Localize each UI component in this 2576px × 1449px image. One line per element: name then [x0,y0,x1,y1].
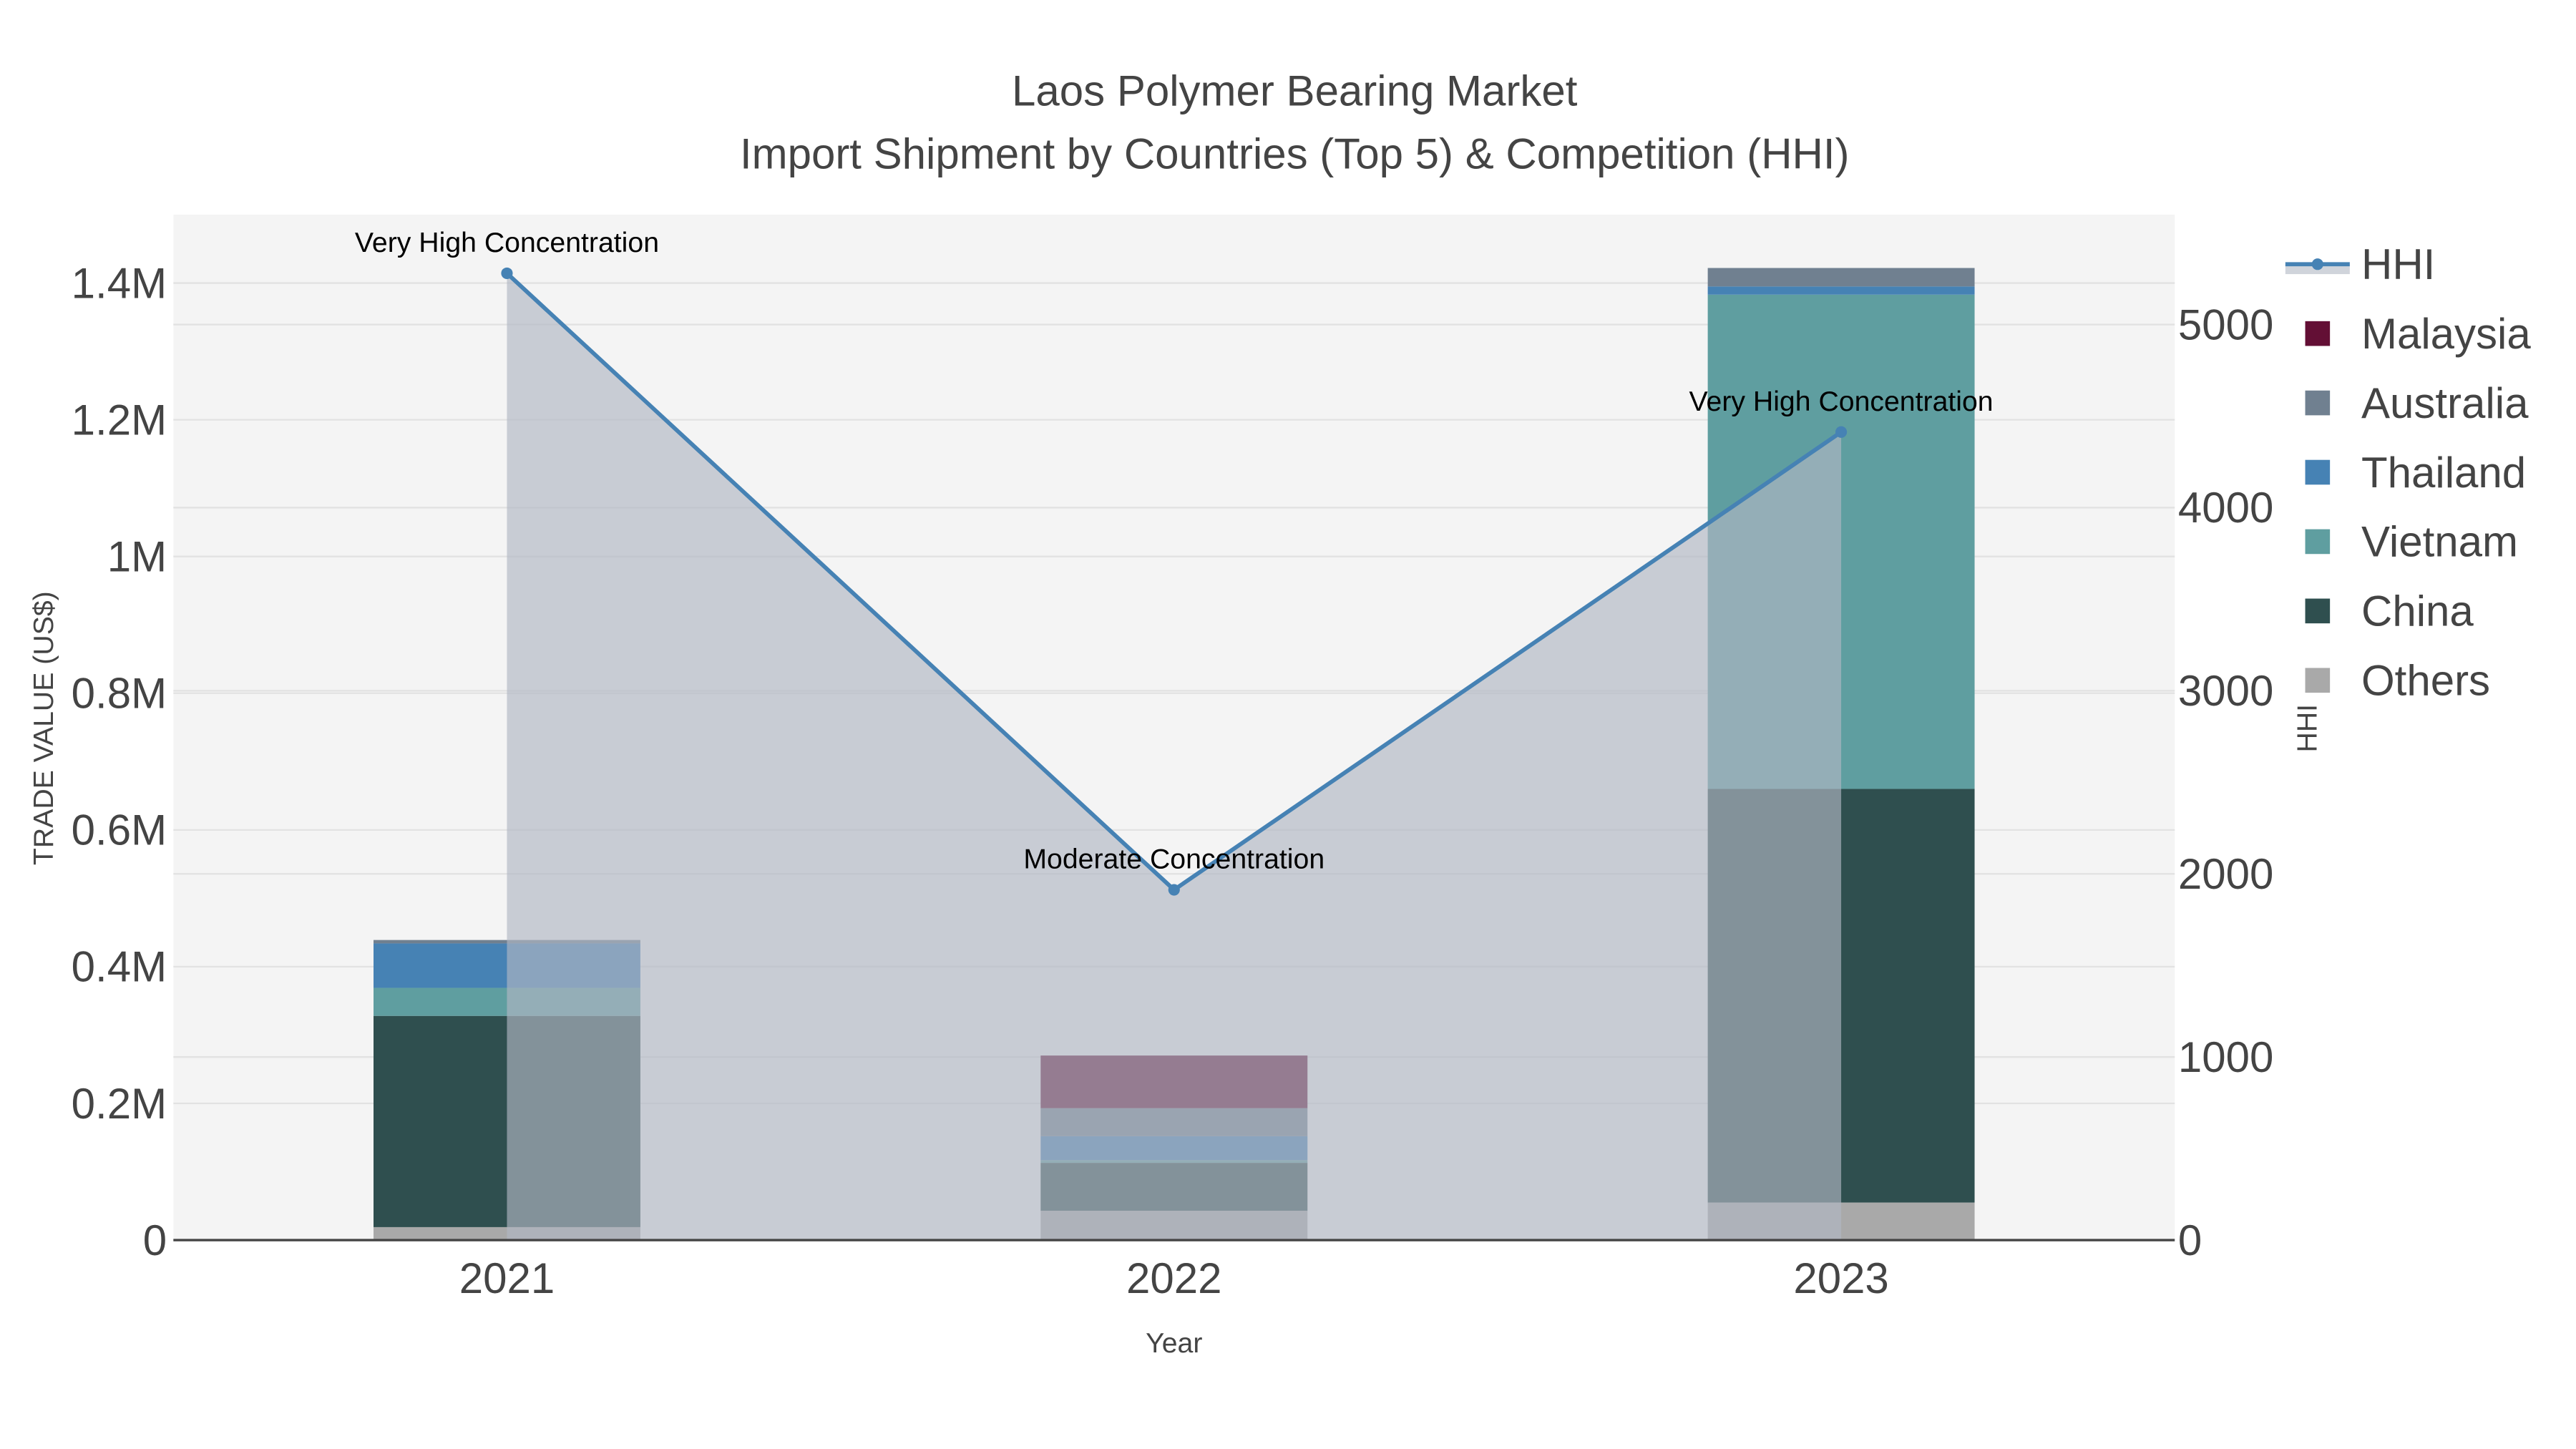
legend-swatch-others [2305,668,2331,693]
x-tick-label: 2022 [1126,1254,1221,1302]
legend-label-thailand: Thailand [2361,449,2526,497]
y2-tick-label: 2000 [2178,850,2273,898]
legend-swatch-vietnam [2305,529,2331,555]
y-axis-ticks: 0 0.2M 0.4M 0.6M 0.8M 1M 1.2M 1.4M [72,259,167,1264]
y2-tick-label: 1000 [2178,1033,2273,1081]
legend-label-vietnam: Vietnam [2361,518,2518,566]
chart-title: Laos Polymer Bearing Market [1012,67,1578,115]
x-axis-ticks: 2021 2022 2023 [459,1254,1889,1302]
y2-tick-label: 3000 [2178,667,2273,715]
hhi-point [1835,426,1848,438]
hhi-point [501,267,513,279]
legend-label-malaysia: Malaysia [2361,310,2531,358]
y-tick-label: 1.4M [72,259,167,307]
y-tick-label: 0.4M [72,943,167,991]
legend-swatch-malaysia [2305,321,2331,346]
x-tick-label: 2023 [1793,1254,1888,1302]
bar-australia-2023 [1707,268,1975,287]
hhi-point [1168,884,1180,896]
y-tick-label: 1.2M [72,396,167,444]
legend-label-china: China [2361,587,2474,635]
hhi-annotation: Very High Concentration [1689,386,1994,417]
y2-tick-label: 4000 [2178,484,2273,532]
chart-subtitle: Import Shipment by Countries (Top 5) & C… [740,130,1850,177]
hhi-annotation: Moderate Concentration [1023,844,1324,875]
y-tick-label: 1M [107,532,167,580]
y-tick-label: 0.2M [72,1080,167,1128]
y-axis-label: TRADE VALUE (US$) [28,591,59,865]
legend-hhi-marker [2311,258,2323,270]
legend: HHI Malaysia Australia Thailand Vietnam China… [2285,240,2531,705]
chart: Laos Polymer Bearing Market Import Shipm… [28,67,2532,1359]
hhi-annotation: Very High Concentration [355,227,659,258]
legend-swatch-thailand [2305,459,2331,485]
y2-tick-label: 0 [2178,1216,2202,1264]
y-tick-label: 0 [143,1216,167,1264]
y-tick-label: 0.6M [72,806,167,854]
y2-axis-ticks: 0 1000 2000 3000 4000 5000 [2178,301,2273,1264]
legend-swatch-china [2305,598,2331,624]
y-tick-label: 0.8M [72,670,167,718]
legend-label-australia: Australia [2361,379,2529,427]
y2-axis-label: HHI [2292,704,2323,753]
legend-label-others: Others [2361,657,2490,705]
x-tick-label: 2021 [459,1254,555,1302]
legend-swatch-australia [2305,390,2331,416]
y2-tick-label: 5000 [2178,301,2273,348]
bar-thailand-2023 [1707,286,1975,295]
x-axis-label: Year [1146,1327,1202,1359]
legend-label-hhi: HHI [2361,240,2435,288]
